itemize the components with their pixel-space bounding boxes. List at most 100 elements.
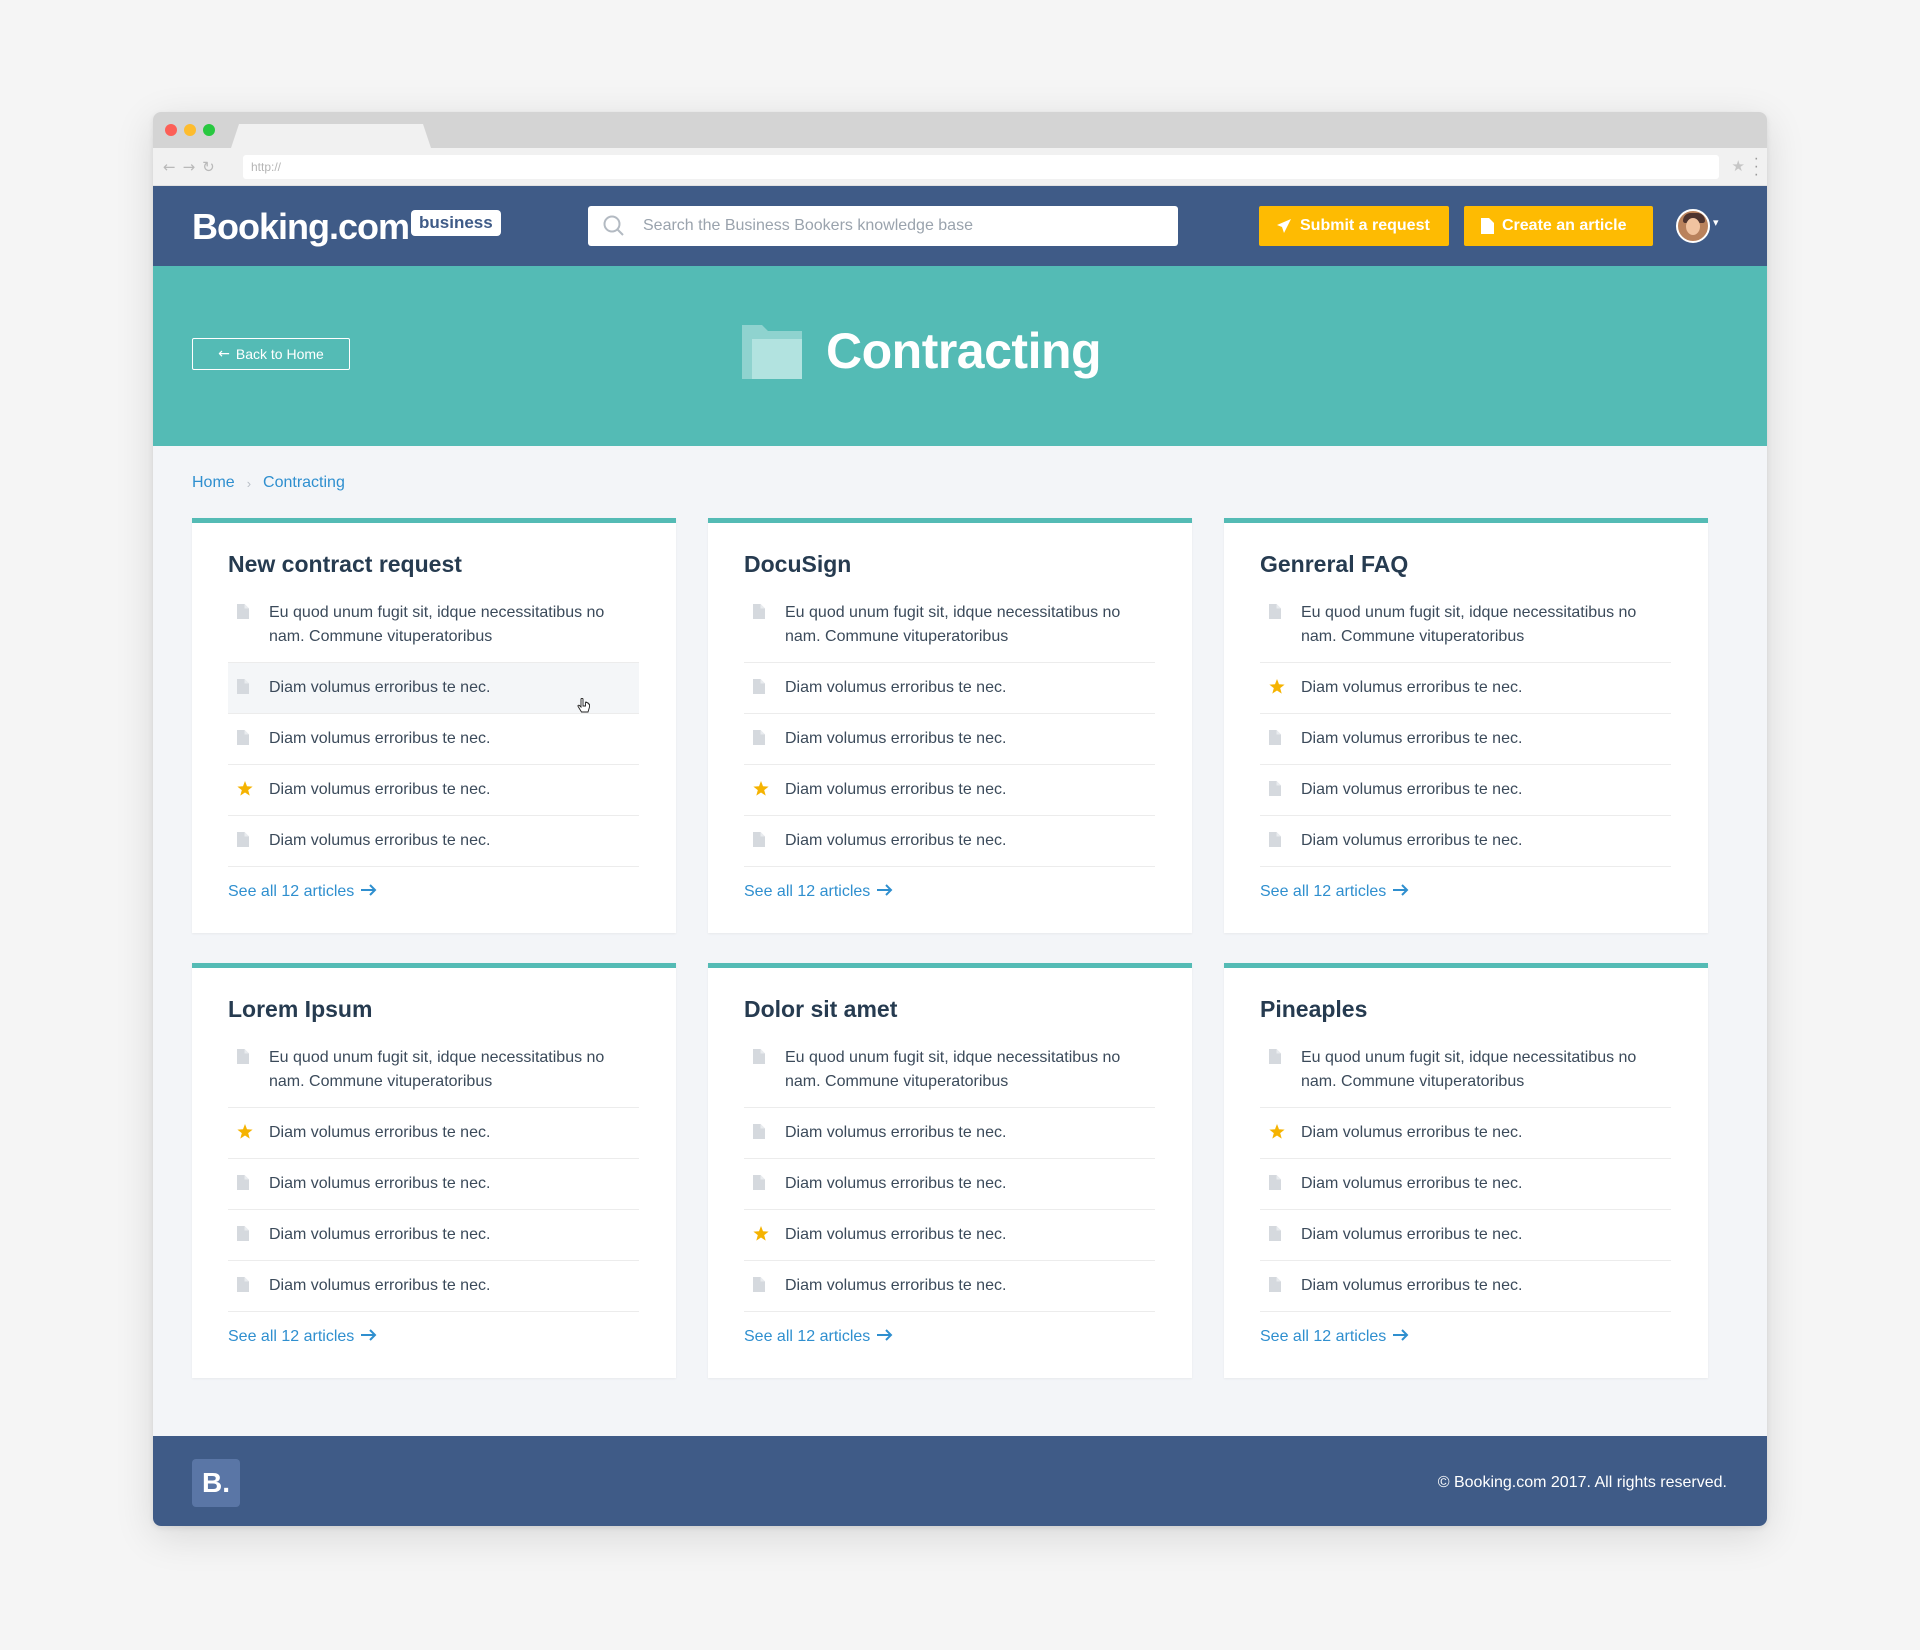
article-item[interactable]: Diam volumus erroribus te nec. [744,663,1155,714]
document-icon [753,729,765,753]
article-title: Diam volumus erroribus te nec. [785,1226,1007,1243]
card-title[interactable]: DocuSign [744,551,851,578]
arrow-right-icon [870,1328,893,1346]
browser-tab-strip [153,112,1767,148]
see-all-label: See all 12 articles [744,1328,871,1345]
article-title: Diam volumus erroribus te nec. [269,781,491,798]
see-all-articles-link[interactable]: See all 12 articles [228,1328,377,1346]
article-item[interactable]: Diam volumus erroribus te nec. [744,765,1155,816]
article-item[interactable]: Diam volumus erroribus te nec. [228,765,639,816]
article-title: Diam volumus erroribus te nec. [269,730,491,747]
article-title: Diam volumus erroribus te nec. [269,1124,491,1141]
browser-menu-icon[interactable]: · · · [1754,151,1759,183]
chevron-down-icon[interactable]: ▾ [1713,216,1719,229]
browser-nav-icons[interactable]: ←→↻ [163,158,222,176]
article-item[interactable]: Eu quod unum fugit sit, idque necessitat… [744,1046,1155,1108]
article-item[interactable]: Eu quod unum fugit sit, idque necessitat… [228,1046,639,1108]
see-all-articles-link[interactable]: See all 12 articles [1260,883,1409,901]
see-all-articles-link[interactable]: See all 12 articles [228,883,377,901]
article-item[interactable]: Diam volumus erroribus te nec. [228,663,639,714]
card-title[interactable]: Genreral FAQ [1260,551,1408,578]
see-all-articles-link[interactable]: See all 12 articles [1260,1328,1409,1346]
create-article-button[interactable]: Create an article [1464,206,1653,246]
article-item[interactable]: Eu quod unum fugit sit, idque necessitat… [228,601,639,663]
document-icon [1269,1276,1281,1300]
article-item[interactable]: Diam volumus erroribus te nec. [228,714,639,765]
article-item[interactable]: Diam volumus erroribus te nec. [744,714,1155,765]
article-item[interactable]: Diam volumus erroribus te nec. [228,1210,639,1261]
article-item[interactable]: Diam volumus erroribus te nec. [1260,765,1671,816]
close-window-dot[interactable] [165,124,177,136]
category-card: Genreral FAQ Eu quod unum fugit sit, idqu… [1224,518,1708,933]
article-item[interactable]: Diam volumus erroribus te nec. [1260,1261,1671,1312]
article-item[interactable]: Diam volumus erroribus te nec. [1260,1210,1671,1261]
search-input[interactable] [643,206,1163,246]
article-item[interactable]: Diam volumus erroribus te nec. [744,1210,1155,1261]
browser-tab[interactable] [231,124,431,148]
article-item[interactable]: Diam volumus erroribus te nec. [744,1261,1155,1312]
back-to-home-button[interactable]: ← Back to Home [192,338,350,370]
breadcrumb-current[interactable]: Contracting [263,474,345,492]
article-item[interactable]: Eu quod unum fugit sit, idque necessitat… [1260,1046,1671,1108]
category-card: Lorem Ipsum Eu quod unum fugit sit, idque… [192,963,676,1378]
page-title: Contracting [826,323,1102,379]
site-header: Booking.com business Submit a request Cr… [153,186,1767,266]
article-item[interactable]: Diam volumus erroribus te nec. [1260,1108,1671,1159]
star-icon [237,780,253,804]
bookmark-star-icon[interactable]: ★ [1732,157,1745,175]
category-card: Dolor sit amet Eu quod unum fugit sit, id… [708,963,1192,1378]
article-item[interactable]: Diam volumus erroribus te nec. [744,1159,1155,1210]
article-item[interactable]: Diam volumus erroribus te nec. [228,1261,639,1312]
article-title: Diam volumus erroribus te nec. [785,781,1007,798]
article-item[interactable]: Diam volumus erroribus te nec. [1260,816,1671,867]
star-icon [1269,1123,1285,1147]
article-list: Eu quod unum fugit sit, idque necessitat… [1260,601,1671,867]
booking-logo[interactable]: Booking.com [192,206,410,248]
article-item[interactable]: Diam volumus erroribus te nec. [744,1108,1155,1159]
breadcrumb: Home › Contracting [192,474,345,492]
card-title[interactable]: New contract request [228,551,462,578]
footer-logo[interactable]: B. [192,1459,240,1507]
article-title: Diam volumus erroribus te nec. [1301,730,1523,747]
document-icon [237,603,249,627]
address-bar[interactable]: http:// [243,155,1719,179]
see-all-articles-link[interactable]: See all 12 articles [744,1328,893,1346]
submit-request-button[interactable]: Submit a request [1259,206,1449,246]
article-title: Eu quod unum fugit sit, idque necessitat… [269,1049,605,1090]
article-item[interactable]: Diam volumus erroribus te nec. [744,816,1155,867]
article-title: Diam volumus erroribus te nec. [785,679,1007,696]
search-icon [603,215,624,236]
card-title[interactable]: Pineaples [1260,996,1367,1023]
article-item[interactable]: Eu quod unum fugit sit, idque necessitat… [744,601,1155,663]
star-icon [753,1225,769,1249]
maximize-window-dot[interactable] [203,124,215,136]
article-title: Diam volumus erroribus te nec. [1301,1277,1523,1294]
article-item[interactable]: Diam volumus erroribus te nec. [228,816,639,867]
site-footer: B. © Booking.com 2017. All rights reserv… [153,1436,1767,1526]
article-item[interactable]: Diam volumus erroribus te nec. [1260,714,1671,765]
card-title[interactable]: Lorem Ipsum [228,996,372,1023]
breadcrumb-home[interactable]: Home [192,474,235,492]
minimize-window-dot[interactable] [184,124,196,136]
article-title: Eu quod unum fugit sit, idque necessitat… [785,604,1121,645]
category-card: New contract request Eu quod unum fugit s… [192,518,676,933]
create-article-label: Create an article [1502,217,1627,234]
search-box[interactable] [588,206,1178,246]
document-icon [1481,218,1494,234]
article-item[interactable]: Diam volumus erroribus te nec. [228,1108,639,1159]
article-title: Diam volumus erroribus te nec. [1301,679,1523,696]
see-all-label: See all 12 articles [1260,1328,1387,1345]
article-item[interactable]: Diam volumus erroribus te nec. [228,1159,639,1210]
browser-window: ←→↻ http:// ★ · · · Booking.com business S… [153,112,1767,1526]
user-avatar[interactable] [1676,209,1710,243]
article-list: Eu quod unum fugit sit, idque necessitat… [228,1046,639,1312]
article-list: Eu quod unum fugit sit, idque necessitat… [744,1046,1155,1312]
article-title: Diam volumus erroribus te nec. [785,730,1007,747]
article-title: Diam volumus erroribus te nec. [1301,832,1523,849]
article-item[interactable]: Diam volumus erroribus te nec. [1260,663,1671,714]
article-item[interactable]: Diam volumus erroribus te nec. [1260,1159,1671,1210]
see-all-articles-link[interactable]: See all 12 articles [744,883,893,901]
article-item[interactable]: Eu quod unum fugit sit, idque necessitat… [1260,601,1671,663]
article-title: Diam volumus erroribus te nec. [1301,1226,1523,1243]
card-title[interactable]: Dolor sit amet [744,996,897,1023]
